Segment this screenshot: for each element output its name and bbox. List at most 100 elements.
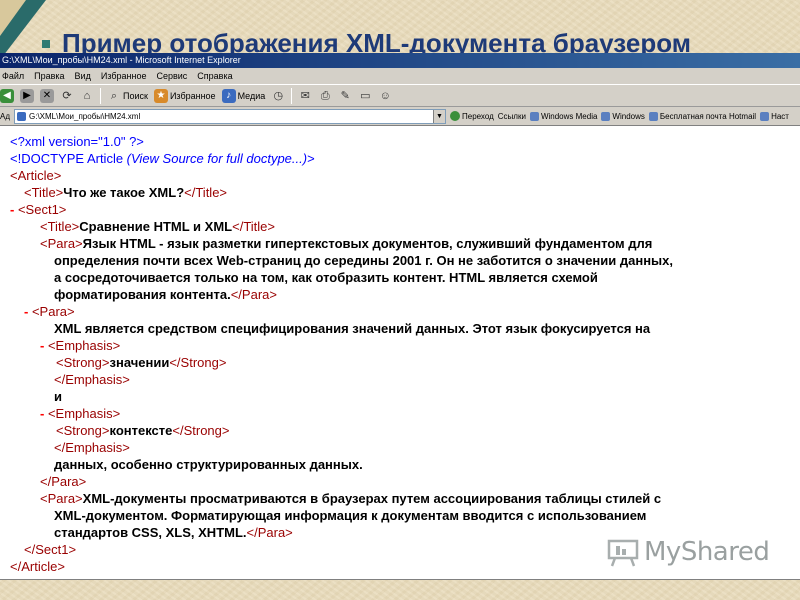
tag-text: </Emphasis> xyxy=(54,440,130,455)
para1-text: Язык HTML - язык разметки гипертекстовых… xyxy=(82,236,653,251)
stop-button[interactable]: ✕ xyxy=(40,88,54,103)
link-page-icon xyxy=(648,111,658,121)
links-label[interactable]: Ссылки xyxy=(498,112,526,121)
and-text-line: и xyxy=(10,388,770,405)
link-windows-media[interactable]: Windows Media xyxy=(529,111,597,121)
para3-line1: <Para>XML-документы просматриваются в бр… xyxy=(10,490,770,507)
doctype-open: <!DOCTYPE Article xyxy=(10,151,127,166)
star-icon: ★ xyxy=(153,88,168,103)
media-label: Медиа xyxy=(237,90,266,101)
edit-icon: ✎ xyxy=(340,89,350,102)
para2-text-line: XML является средством специфицирования … xyxy=(10,320,770,337)
tag-text: </Article> xyxy=(10,559,65,574)
strong2-element: <Strong>контексте</Strong> xyxy=(10,422,770,439)
view-source-link[interactable]: (View Source for full doctype...) xyxy=(127,151,307,166)
chevron-down-icon[interactable]: ▼ xyxy=(433,109,445,123)
link-hotmail[interactable]: Бесплатная почта Hotmail xyxy=(648,111,757,121)
collapse-toggle[interactable]: - xyxy=(40,406,44,421)
tag-text: <Emphasis> xyxy=(47,338,121,353)
address-label: Адрес xyxy=(0,111,10,121)
menu-item-file[interactable]: Файл xyxy=(2,68,24,84)
tag-text: </Title> xyxy=(184,185,228,200)
back-arrow-icon: ◀ xyxy=(0,88,14,103)
address-input[interactable]: G:\XML\Мои_пробы\HM24.xml ▼ xyxy=(14,108,446,124)
collapse-toggle[interactable]: - xyxy=(10,202,14,217)
xml-document-view: <?xml version="1.0" ?> <!DOCTYPE Article… xyxy=(0,127,770,579)
media-button[interactable]: ♪ Медиа xyxy=(221,88,266,103)
tag-text: <Article> xyxy=(10,168,62,183)
window-titlebar[interactable]: G:\XML\Мои_пробы\HM24.xml - Microsoft In… xyxy=(0,53,800,68)
para3-line2: XML-документом. Форматирующая информация… xyxy=(10,507,770,524)
home-icon: ⌂ xyxy=(83,89,91,102)
tag-text: <Title> xyxy=(24,185,64,200)
doctype-close: > xyxy=(307,151,315,166)
tag-text: </Title> xyxy=(232,219,275,234)
para3-text: XML-документом. Форматирующая информация… xyxy=(54,508,647,523)
xml-decl-text: <?xml version="1.0" ?> xyxy=(10,134,144,149)
menu-item-view[interactable]: Вид xyxy=(75,68,91,84)
go-button[interactable]: Переход xyxy=(450,111,494,121)
tag-text: </Para> xyxy=(246,525,293,540)
edit-button[interactable]: ✎ xyxy=(338,89,352,103)
sect-title-element: <Title>Сравнение HTML и XML</Title> xyxy=(10,218,770,235)
history-button[interactable]: ◷ xyxy=(271,89,285,103)
tag-text: <Para> xyxy=(40,491,83,506)
tag-text: <Sect1> xyxy=(17,202,67,217)
emphasis1-close-line: </Emphasis> xyxy=(10,371,770,388)
para1-text: форматирования контента. xyxy=(54,287,231,302)
strong-value: значении xyxy=(109,355,170,370)
square-bullet-icon xyxy=(42,39,50,48)
link-label: Бесплатная почта Hotmail xyxy=(659,111,757,121)
menu-bar: Файл Правка Вид Избранное Сервис Справка xyxy=(0,68,800,85)
article-open-tag: <Article> xyxy=(10,167,770,184)
strong1-element: <Strong>значении</Strong> xyxy=(10,354,770,371)
search-label: Поиск xyxy=(123,90,148,101)
para1-line4: форматирования контента.</Para> xyxy=(10,286,770,303)
menu-item-tools[interactable]: Сервис xyxy=(156,68,187,84)
presentation-board-icon xyxy=(607,539,639,567)
messenger-button[interactable]: ☺ xyxy=(378,89,392,103)
home-button[interactable]: ⌂ xyxy=(80,89,94,103)
para1-text: определения почти всех Web-страниц до се… xyxy=(54,253,673,268)
refresh-button[interactable]: ⟳ xyxy=(60,89,74,103)
discuss-icon: ▭ xyxy=(360,89,371,102)
print-button[interactable]: ⎙ xyxy=(318,89,332,103)
discuss-button[interactable]: ▭ xyxy=(358,89,372,103)
collapse-toggle[interactable]: - xyxy=(40,338,44,353)
ie-window: G:\XML\Мои_пробы\HM24.xml - Microsoft In… xyxy=(0,53,800,580)
refresh-icon: ⟳ xyxy=(62,89,72,102)
sect1-open-line: - <Sect1> xyxy=(10,201,770,218)
favorites-button[interactable]: ★ Избранное xyxy=(153,88,216,103)
menu-item-favorites[interactable]: Избранное xyxy=(101,68,147,84)
para2-end-line: данных, особенно структурированных данны… xyxy=(10,456,770,473)
menu-item-help[interactable]: Справка xyxy=(197,68,232,84)
para2-text: XML является средством специфицирования … xyxy=(54,321,651,336)
address-value: G:\XML\Мои_пробы\HM24.xml xyxy=(29,111,141,121)
link-windows[interactable]: Windows xyxy=(601,111,645,121)
link-label: Windows xyxy=(612,111,645,121)
address-bar: Адрес G:\XML\Мои_пробы\HM24.xml ▼ Перехо… xyxy=(0,107,800,126)
content-margin xyxy=(770,127,800,579)
xml-doctype: <!DOCTYPE Article (View Source for full … xyxy=(10,150,770,167)
collapse-toggle[interactable]: - xyxy=(24,304,28,319)
watermark-logo: MyShared xyxy=(606,537,770,567)
watermark-text: MyShared xyxy=(644,537,770,567)
search-button[interactable]: ⌕ Поиск xyxy=(107,89,148,103)
link-label: Наст xyxy=(771,111,789,121)
go-label: Переход xyxy=(462,111,494,121)
back-button[interactable]: ◀ xyxy=(0,88,14,103)
mail-button[interactable]: ✉ xyxy=(298,89,312,103)
forward-button[interactable]: ▶ xyxy=(20,88,34,103)
tag-text: </Para> xyxy=(230,287,277,302)
title-value: Что же такое XML? xyxy=(63,185,185,200)
para2-end-text: данных, особенно структурированных данны… xyxy=(54,457,363,472)
emphasis2-close-line: </Emphasis> xyxy=(10,439,770,456)
printer-icon: ⎙ xyxy=(320,89,330,102)
toolbar-separator xyxy=(100,87,101,104)
messenger-icon: ☺ xyxy=(379,89,391,102)
menu-item-edit[interactable]: Правка xyxy=(34,68,64,84)
tag-text: <Emphasis> xyxy=(47,406,121,421)
tag-text: <Strong> xyxy=(56,423,110,438)
link-settings[interactable]: Наст xyxy=(760,111,789,121)
slide-corner-inner-decoration xyxy=(0,0,26,36)
